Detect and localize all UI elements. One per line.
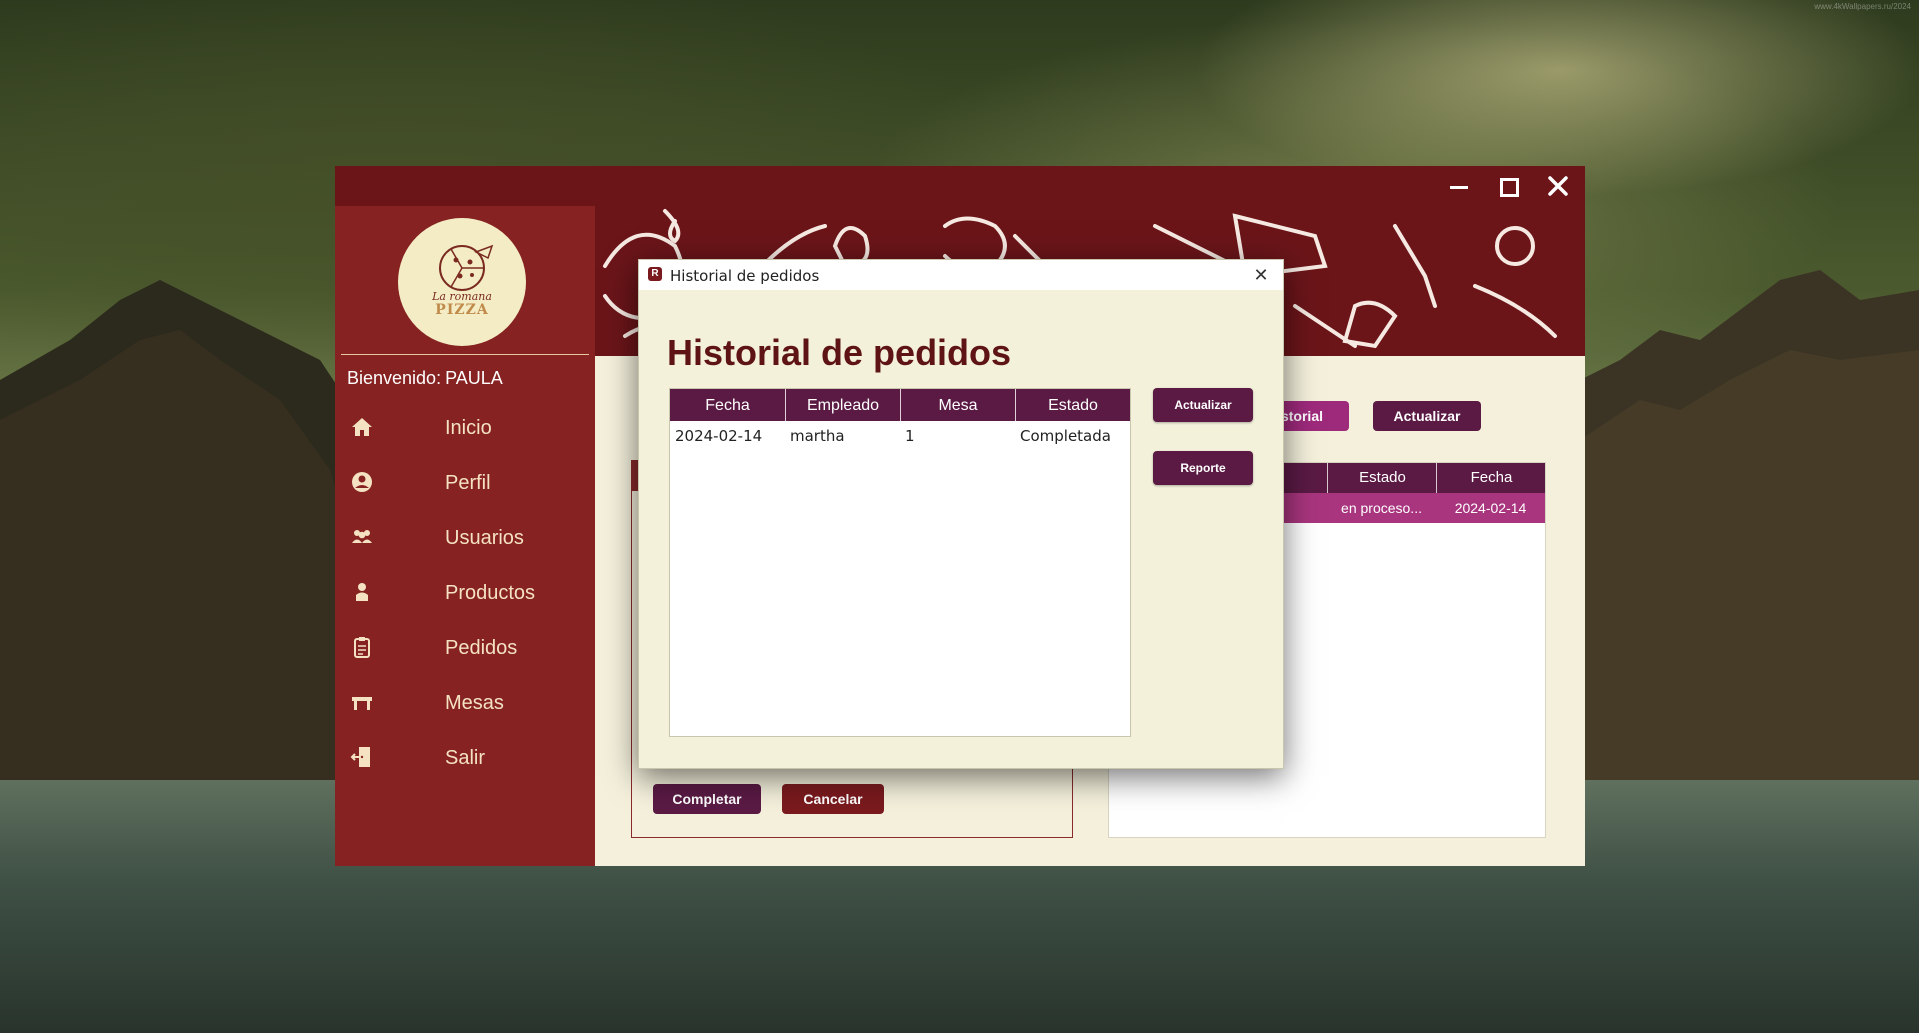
logo: La romana PIZZA bbox=[398, 218, 526, 346]
sidebar-divider bbox=[341, 354, 589, 355]
clipboard-icon bbox=[354, 637, 370, 658]
sidebar-item-salir[interactable]: Salir bbox=[335, 735, 595, 779]
close-icon: ✕ bbox=[1253, 265, 1269, 285]
sidebar: La romana PIZZA Bienvenido: PAULA Inicio … bbox=[335, 206, 595, 866]
sidebar-item-inicio[interactable]: Inicio bbox=[335, 405, 595, 449]
minimize-button[interactable] bbox=[1444, 172, 1474, 200]
cancelar-button[interactable]: Cancelar bbox=[782, 784, 884, 814]
app-icon: R bbox=[648, 267, 662, 281]
welcome-message: Bienvenido: PAULA bbox=[347, 368, 503, 389]
sidebar-item-label: Inicio bbox=[445, 417, 492, 439]
wallpaper-watermark: www.4kWallpapers.ru/2024 bbox=[1814, 2, 1911, 11]
completar-button[interactable]: Completar bbox=[653, 784, 761, 814]
users-icon bbox=[352, 530, 372, 543]
column-header-estado[interactable]: Estado bbox=[1015, 389, 1130, 421]
exit-icon bbox=[350, 747, 370, 767]
close-button[interactable] bbox=[1543, 172, 1573, 200]
maximize-button[interactable] bbox=[1493, 172, 1523, 200]
cell-estado: en proceso... bbox=[1341, 500, 1422, 516]
cell-estado: Completada bbox=[1020, 427, 1111, 445]
table-header: Fecha Empleado Mesa Estado bbox=[670, 389, 1130, 421]
dialog-close-button[interactable]: ✕ bbox=[1249, 263, 1273, 287]
history-table[interactable]: Fecha Empleado Mesa Estado 2024-02-14 ma… bbox=[669, 388, 1131, 737]
maximize-icon bbox=[1500, 178, 1519, 197]
dialog-window-title: Historial de pedidos bbox=[670, 267, 820, 285]
sidebar-item-label: Usuarios bbox=[445, 527, 524, 549]
user-circle-icon bbox=[352, 472, 372, 492]
actualizar-button[interactable]: Actualizar bbox=[1373, 401, 1481, 431]
sidebar-item-label: Pedidos bbox=[445, 637, 518, 659]
mountain-right bbox=[1580, 270, 1919, 800]
welcome-label: Bienvenido: bbox=[347, 368, 442, 388]
cell-fecha: 2024-02-14 bbox=[675, 427, 763, 445]
home-icon bbox=[352, 418, 372, 436]
pizza-logo-icon bbox=[439, 244, 494, 291]
sidebar-item-pedidos[interactable]: Pedidos bbox=[335, 625, 595, 669]
sidebar-item-perfil[interactable]: Perfil bbox=[335, 460, 595, 504]
reporte-button[interactable]: Reporte bbox=[1153, 451, 1253, 485]
sidebar-item-label: Mesas bbox=[445, 692, 504, 714]
sidebar-item-label: Perfil bbox=[445, 472, 491, 494]
sidebar-item-usuarios[interactable]: Usuarios bbox=[335, 515, 595, 559]
sidebar-item-productos[interactable]: Productos bbox=[335, 570, 595, 614]
chef-icon bbox=[356, 583, 368, 601]
column-header-mesa[interactable]: Mesa bbox=[900, 389, 1015, 421]
minimize-icon bbox=[1450, 186, 1468, 189]
table-row[interactable]: 2024-02-14 martha 1 Completada bbox=[670, 421, 1130, 451]
column-header-fecha[interactable]: Fecha bbox=[1436, 463, 1546, 493]
close-icon bbox=[1548, 176, 1568, 196]
dialog-actualizar-button[interactable]: Actualizar bbox=[1153, 388, 1253, 422]
historial-dialog: R Historial de pedidos ✕ Historial de pe… bbox=[638, 259, 1284, 769]
user-name: PAULA bbox=[445, 368, 503, 388]
logo-brand-text: PIZZA bbox=[435, 302, 489, 318]
dialog-heading: Historial de pedidos bbox=[667, 332, 1012, 373]
cell-fecha: 2024-02-14 bbox=[1454, 500, 1527, 516]
window-titlebar[interactable] bbox=[335, 166, 1585, 206]
table-icon bbox=[352, 697, 372, 710]
cell-empleado: martha bbox=[790, 427, 845, 445]
column-header-fecha[interactable]: Fecha bbox=[670, 389, 785, 421]
sidebar-item-mesas[interactable]: Mesas bbox=[335, 680, 595, 724]
cell-mesa: 1 bbox=[905, 427, 915, 445]
sidebar-item-label: Salir bbox=[445, 747, 486, 769]
sidebar-item-label: Productos bbox=[445, 582, 536, 604]
dialog-titlebar[interactable]: R Historial de pedidos ✕ bbox=[639, 260, 1283, 290]
column-header-empleado[interactable]: Empleado bbox=[785, 389, 900, 421]
column-header-estado[interactable]: Estado bbox=[1327, 463, 1437, 493]
